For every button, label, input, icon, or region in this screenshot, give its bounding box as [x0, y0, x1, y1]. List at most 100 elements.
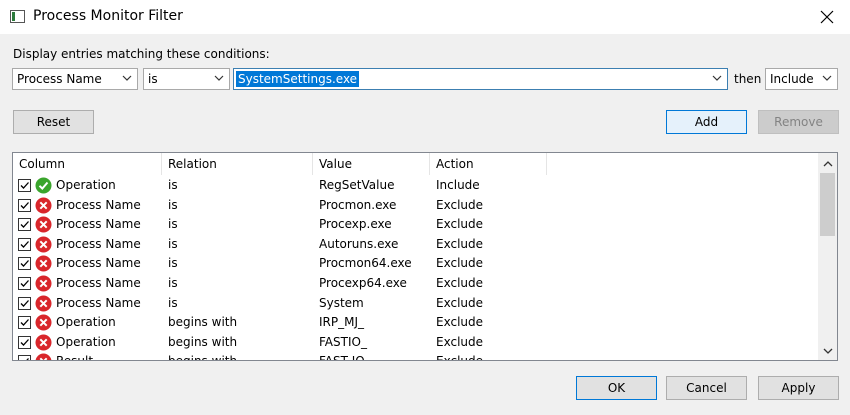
- scroll-thumb[interactable]: [820, 173, 835, 236]
- row-column-cell: Process Name: [56, 236, 141, 251]
- row-value-cell: FAST IO: [319, 354, 365, 360]
- row-relation-cell: is: [168, 217, 178, 232]
- row-action-cell: Include: [436, 178, 480, 192]
- row-action-cell: Exclude: [436, 354, 483, 360]
- row-checkbox[interactable]: [18, 198, 31, 212]
- column-select[interactable]: Process Name: [12, 68, 138, 90]
- row-relation-cell: begins with: [168, 315, 238, 330]
- checkmark-icon: [26, 358, 29, 360]
- row-value-cell: Autoruns.exe: [319, 236, 399, 251]
- chevron-down-icon: [121, 72, 133, 84]
- red-x-icon: [35, 353, 52, 360]
- red-x-icon: [35, 275, 52, 292]
- checkmark-icon: [20, 201, 29, 209]
- list-item[interactable]: Process Name is Procmon.exe Exclude: [13, 196, 819, 216]
- list-item[interactable]: Operation is RegSetValue Include: [13, 176, 819, 196]
- column-header-relation[interactable]: Relation: [162, 153, 313, 175]
- action-select[interactable]: Include: [765, 68, 838, 90]
- red-x-icon: [35, 314, 52, 331]
- row-checkbox[interactable]: [18, 179, 31, 192]
- apply-button[interactable]: Apply: [758, 376, 839, 400]
- list-item[interactable]: Operation begins with FASTIO_ Exclude: [13, 333, 819, 353]
- list-item[interactable]: Process Name is Procexp.exe Exclude: [13, 215, 819, 235]
- window-title: Process Monitor Filter: [33, 8, 183, 24]
- red-x-icon: [35, 236, 52, 253]
- row-action-cell: Exclude: [436, 197, 484, 212]
- value-input-text: SystemSettings.exe: [236, 71, 360, 87]
- row-value-cell: System: [319, 295, 364, 310]
- row-value-cell: Procmon.exe: [319, 197, 397, 212]
- value-combobox[interactable]: SystemSettings.exe: [233, 68, 728, 90]
- row-action-cell: Exclude: [436, 334, 484, 349]
- vertical-scrollbar[interactable]: [818, 153, 837, 360]
- red-x-icon: [35, 334, 52, 351]
- list-item[interactable]: Process Name is Procmon64.exe Exclude: [13, 254, 819, 274]
- scroll-down-arrow[interactable]: [818, 342, 837, 359]
- row-checkbox[interactable]: [18, 316, 31, 330]
- list-item[interactable]: Process Name is Procexp64.exe Exclude: [13, 274, 819, 294]
- relation-select[interactable]: is: [143, 68, 230, 90]
- ok-button[interactable]: OK: [576, 376, 657, 400]
- row-checkbox[interactable]: [18, 218, 31, 232]
- filter-list[interactable]: Column Relation Value Action Operation is…: [12, 152, 838, 361]
- row-checkbox[interactable]: [18, 335, 31, 349]
- cancel-button[interactable]: Cancel: [666, 376, 747, 400]
- list-item[interactable]: Result begins with FAST IO Exclude: [13, 352, 819, 360]
- list-header: Column Relation Value Action: [13, 153, 819, 175]
- chevron-down-icon: [823, 348, 832, 354]
- chevron-up-icon: [823, 160, 832, 166]
- row-action-cell: Exclude: [436, 275, 484, 290]
- column-select-value: Process Name: [17, 72, 102, 86]
- row-value-cell: FASTIO_: [319, 334, 367, 349]
- app-icon: [10, 10, 25, 23]
- row-checkbox[interactable]: [18, 257, 31, 271]
- relation-select-value: is: [148, 72, 158, 86]
- row-value-cell: Procmon64.exe: [319, 256, 412, 271]
- row-relation-cell: begins with: [168, 354, 237, 360]
- close-button[interactable]: [804, 0, 850, 34]
- row-column-cell: Process Name: [56, 275, 141, 290]
- row-column-cell: Operation: [56, 334, 116, 349]
- checkmark-icon: [20, 260, 29, 268]
- checkmark-icon: [20, 182, 29, 189]
- add-button[interactable]: Add: [666, 110, 747, 134]
- row-relation-cell: is: [168, 295, 178, 310]
- row-relation-cell: is: [168, 236, 178, 251]
- checkmark-icon: [20, 280, 29, 287]
- chevron-down-icon: [213, 72, 225, 84]
- red-x-icon: [35, 295, 52, 312]
- row-value-cell: RegSetValue: [319, 178, 395, 192]
- row-action-cell: Exclude: [436, 295, 484, 310]
- reset-button[interactable]: Reset: [13, 110, 94, 134]
- checkmark-icon: [20, 319, 29, 327]
- row-relation-cell: begins with: [168, 334, 238, 349]
- row-checkbox[interactable]: [18, 237, 31, 251]
- checkmark-icon: [20, 221, 29, 229]
- scroll-up-arrow[interactable]: [818, 155, 837, 172]
- checkmark-icon: [20, 338, 29, 346]
- row-checkbox[interactable]: [18, 276, 31, 290]
- row-column-cell: Process Name: [56, 217, 141, 232]
- column-header-column[interactable]: Column: [13, 153, 162, 175]
- row-column-cell: Process Name: [56, 197, 141, 212]
- row-relation-cell: is: [168, 256, 178, 271]
- row-value-cell: Procexp64.exe: [319, 275, 407, 290]
- list-item[interactable]: Operation begins with IRP_MJ_ Exclude: [13, 313, 819, 333]
- list-item[interactable]: Process Name is System Exclude: [13, 294, 819, 314]
- close-icon: [820, 10, 834, 24]
- column-header-action[interactable]: Action: [430, 153, 547, 175]
- title-bar: Process Monitor Filter: [0, 0, 850, 34]
- list-rows: Operation is RegSetValue Include Process Nam…: [13, 176, 819, 360]
- row-relation-cell: is: [168, 178, 178, 192]
- remove-button[interactable]: Remove: [758, 110, 839, 134]
- green-check-icon: [35, 177, 52, 194]
- chevron-down-icon: [821, 72, 833, 84]
- list-item[interactable]: Process Name is Autoruns.exe Exclude: [13, 235, 819, 255]
- row-relation-cell: is: [168, 197, 178, 212]
- row-column-cell: Process Name: [56, 256, 141, 271]
- red-x-icon: [35, 216, 52, 233]
- row-checkbox[interactable]: [18, 296, 31, 310]
- row-checkbox[interactable]: [18, 355, 31, 360]
- column-header-value[interactable]: Value: [313, 153, 430, 175]
- row-action-cell: Exclude: [436, 315, 484, 330]
